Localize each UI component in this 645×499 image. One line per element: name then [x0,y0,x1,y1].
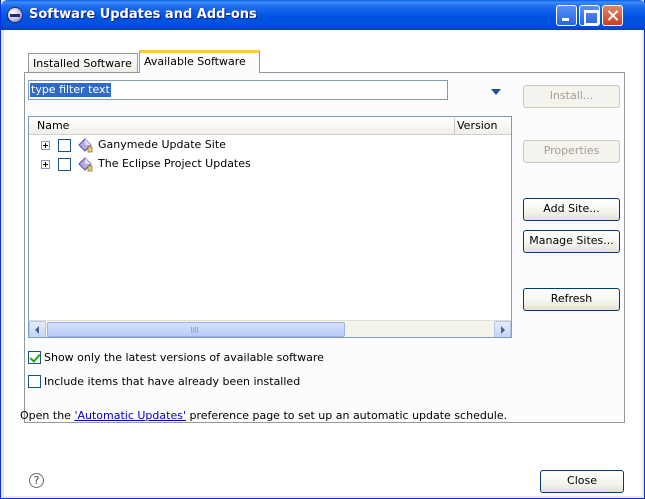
eclipse-icon [7,7,23,23]
expand-icon[interactable] [41,141,50,150]
column-header-version[interactable]: Version [457,119,497,132]
info-prefix: Open the [20,409,75,422]
horizontal-scrollbar[interactable] [29,320,511,337]
include-installed-checkbox[interactable] [28,375,41,388]
filter-input[interactable]: type filter text [28,80,448,100]
update-site-icon [78,138,93,153]
include-installed-label[interactable]: Include items that have already been ins… [44,375,300,388]
tree-header: Name Version [29,117,511,135]
tab-available-software[interactable]: Available Software [139,50,260,73]
help-icon[interactable]: ? [29,473,44,488]
dialog-content: Installed Software Available Software ty… [4,30,642,496]
show-latest-versions-label[interactable]: Show only the latest versions of availab… [44,351,324,364]
close-button[interactable]: Close [540,470,624,493]
automatic-updates-info: Open the 'Automatic Updates' preference … [20,409,507,422]
title-bar[interactable]: Software Updates and Add-ons [1,0,645,30]
tree-row[interactable]: The Eclipse Project Updates [29,156,511,173]
automatic-updates-link[interactable]: 'Automatic Updates' [74,409,186,422]
tab-installed-software[interactable]: Installed Software [28,53,138,72]
add-site-button[interactable]: Add Site... [523,198,620,221]
install-button[interactable]: Install... [523,85,620,108]
update-site-icon [78,157,93,172]
row-checkbox[interactable] [58,158,71,171]
maximize-button[interactable] [579,5,600,26]
filter-input-value: type filter text [30,83,111,97]
column-header-name[interactable]: Name [37,119,69,132]
software-updates-dialog: Software Updates and Add-ons Installed S… [0,0,645,499]
tab-installed-software-label: Installed Software [33,57,132,70]
scroll-left-icon[interactable] [29,321,46,337]
column-divider[interactable] [454,118,455,134]
available-software-tree[interactable]: Name Version Ganymede Update Site The Ec… [28,116,512,338]
refresh-button[interactable]: Refresh [523,288,620,311]
close-window-button[interactable] [602,5,623,26]
show-latest-versions-checkbox[interactable] [28,351,41,364]
tree-row-label: The Eclipse Project Updates [98,157,251,170]
scroll-thumb[interactable] [47,322,345,337]
tree-row-label: Ganymede Update Site [98,138,226,151]
manage-sites-button[interactable]: Manage Sites... [523,230,620,253]
tab-available-software-label: Available Software [144,55,246,68]
filter-dropdown-icon[interactable] [491,89,501,95]
tree-row[interactable]: Ganymede Update Site [29,137,511,154]
minimize-button[interactable] [556,5,577,26]
properties-button[interactable]: Properties [523,140,620,163]
expand-icon[interactable] [41,160,50,169]
row-checkbox[interactable] [58,139,71,152]
scroll-right-icon[interactable] [494,321,511,337]
window-title: Software Updates and Add-ons [29,7,257,22]
info-suffix: preference page to set up an automatic u… [185,409,508,422]
